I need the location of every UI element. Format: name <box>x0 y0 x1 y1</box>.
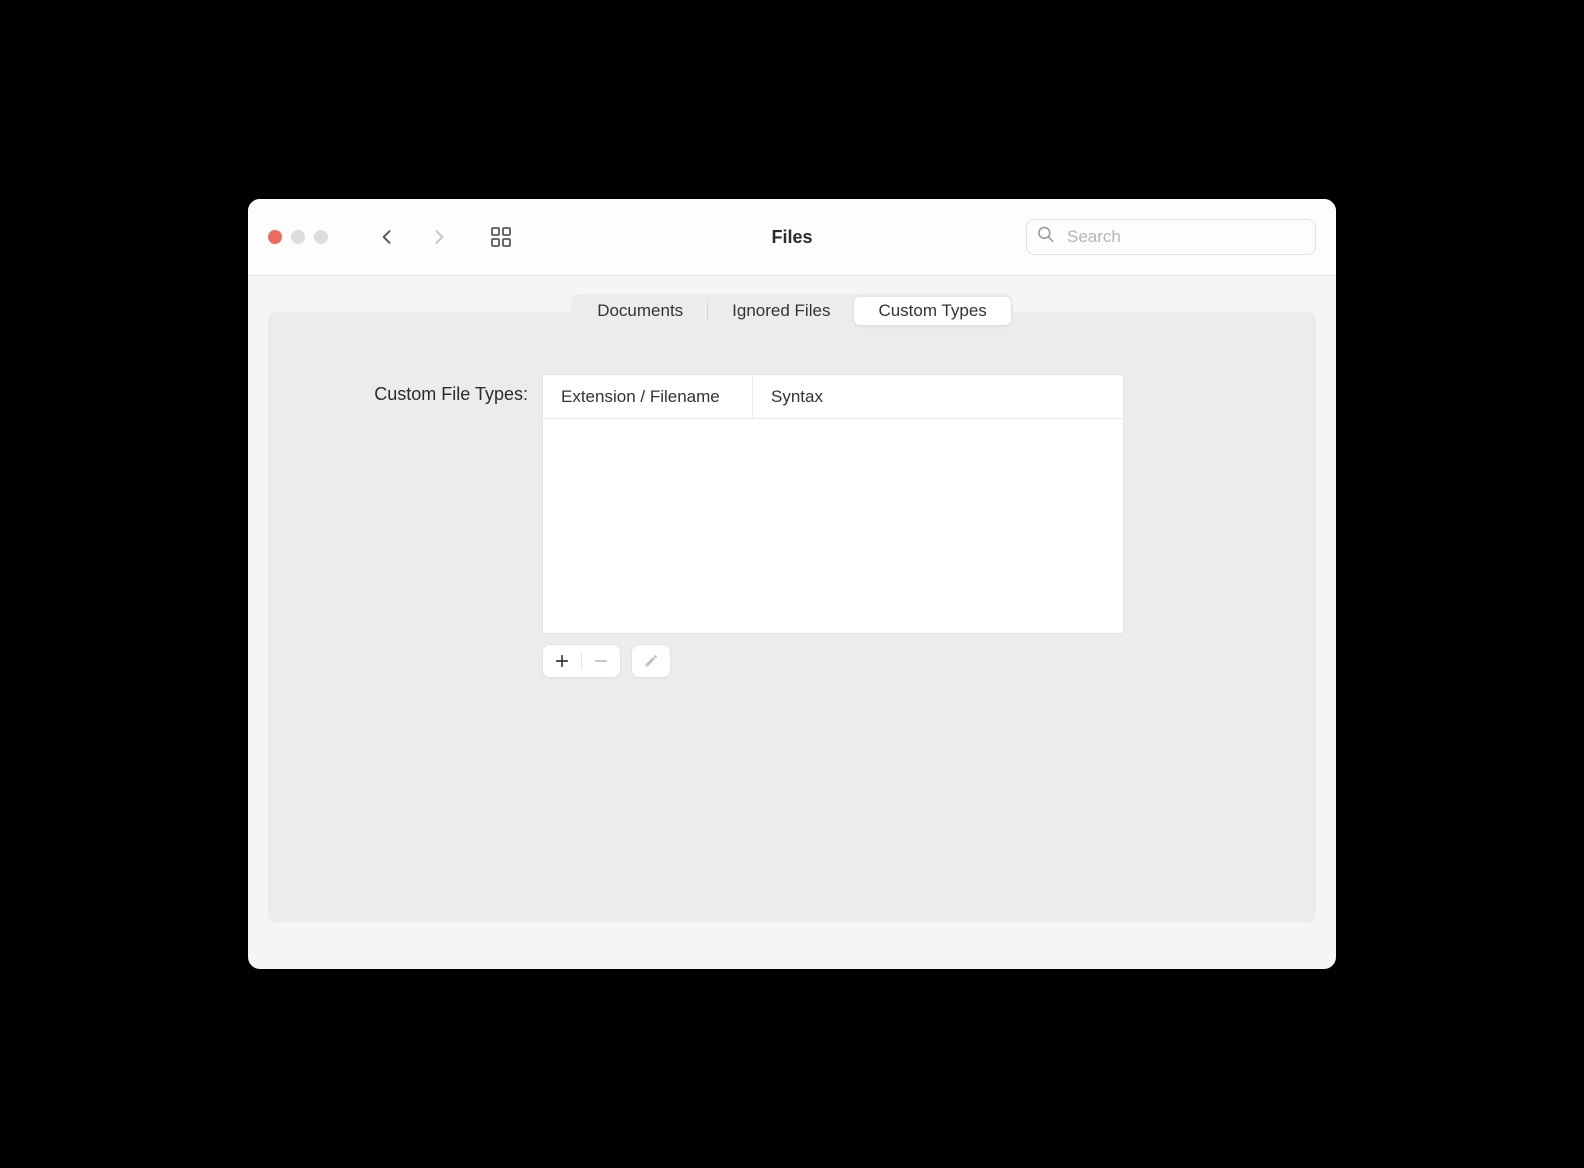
toolbar: Files <box>248 199 1336 276</box>
search-input[interactable] <box>1026 219 1316 255</box>
minus-icon <box>592 652 610 670</box>
custom-types-panel: Custom File Types: Extension / Filename … <box>268 312 1316 922</box>
search-container <box>1026 219 1316 255</box>
edit-group <box>631 644 671 678</box>
tab-documents[interactable]: Documents <box>573 297 707 325</box>
table-header: Extension / Filename Syntax <box>543 375 1123 419</box>
pencil-icon <box>643 653 659 669</box>
custom-file-types-table-container: Extension / Filename Syntax <box>542 374 1124 678</box>
forward-button[interactable] <box>428 226 450 248</box>
custom-file-types-label: Custom File Types: <box>308 374 528 405</box>
page-title: Files <box>771 227 812 248</box>
chevron-left-icon <box>377 227 397 247</box>
tab-ignored-files[interactable]: Ignored Files <box>708 297 854 325</box>
minimize-window-button[interactable] <box>291 230 305 244</box>
close-window-button[interactable] <box>268 230 282 244</box>
tab-custom-types[interactable]: Custom Types <box>854 297 1010 325</box>
add-button[interactable] <box>543 645 581 677</box>
zoom-window-button[interactable] <box>314 230 328 244</box>
table-body[interactable] <box>543 419 1123 633</box>
tab-group: Documents Ignored Files Custom Types <box>571 294 1013 328</box>
show-all-button[interactable] <box>488 224 514 250</box>
window-controls <box>268 230 328 244</box>
column-header-extension[interactable]: Extension / Filename <box>543 375 753 418</box>
chevron-right-icon <box>429 227 449 247</box>
custom-file-types-table[interactable]: Extension / Filename Syntax <box>542 374 1124 634</box>
preferences-window: Files Documents Ignored Files Custom Typ… <box>248 199 1336 969</box>
remove-button[interactable] <box>582 645 620 677</box>
column-header-syntax[interactable]: Syntax <box>753 375 1123 418</box>
back-button[interactable] <box>376 226 398 248</box>
edit-button[interactable] <box>632 645 670 677</box>
custom-file-types-row: Custom File Types: Extension / Filename … <box>308 374 1276 678</box>
add-remove-group <box>542 644 621 678</box>
nav-buttons <box>376 226 450 248</box>
grid-icon <box>489 225 513 249</box>
content-area: Documents Ignored Files Custom Types Cus… <box>248 276 1336 969</box>
table-actions <box>542 644 1124 678</box>
plus-icon <box>553 652 571 670</box>
